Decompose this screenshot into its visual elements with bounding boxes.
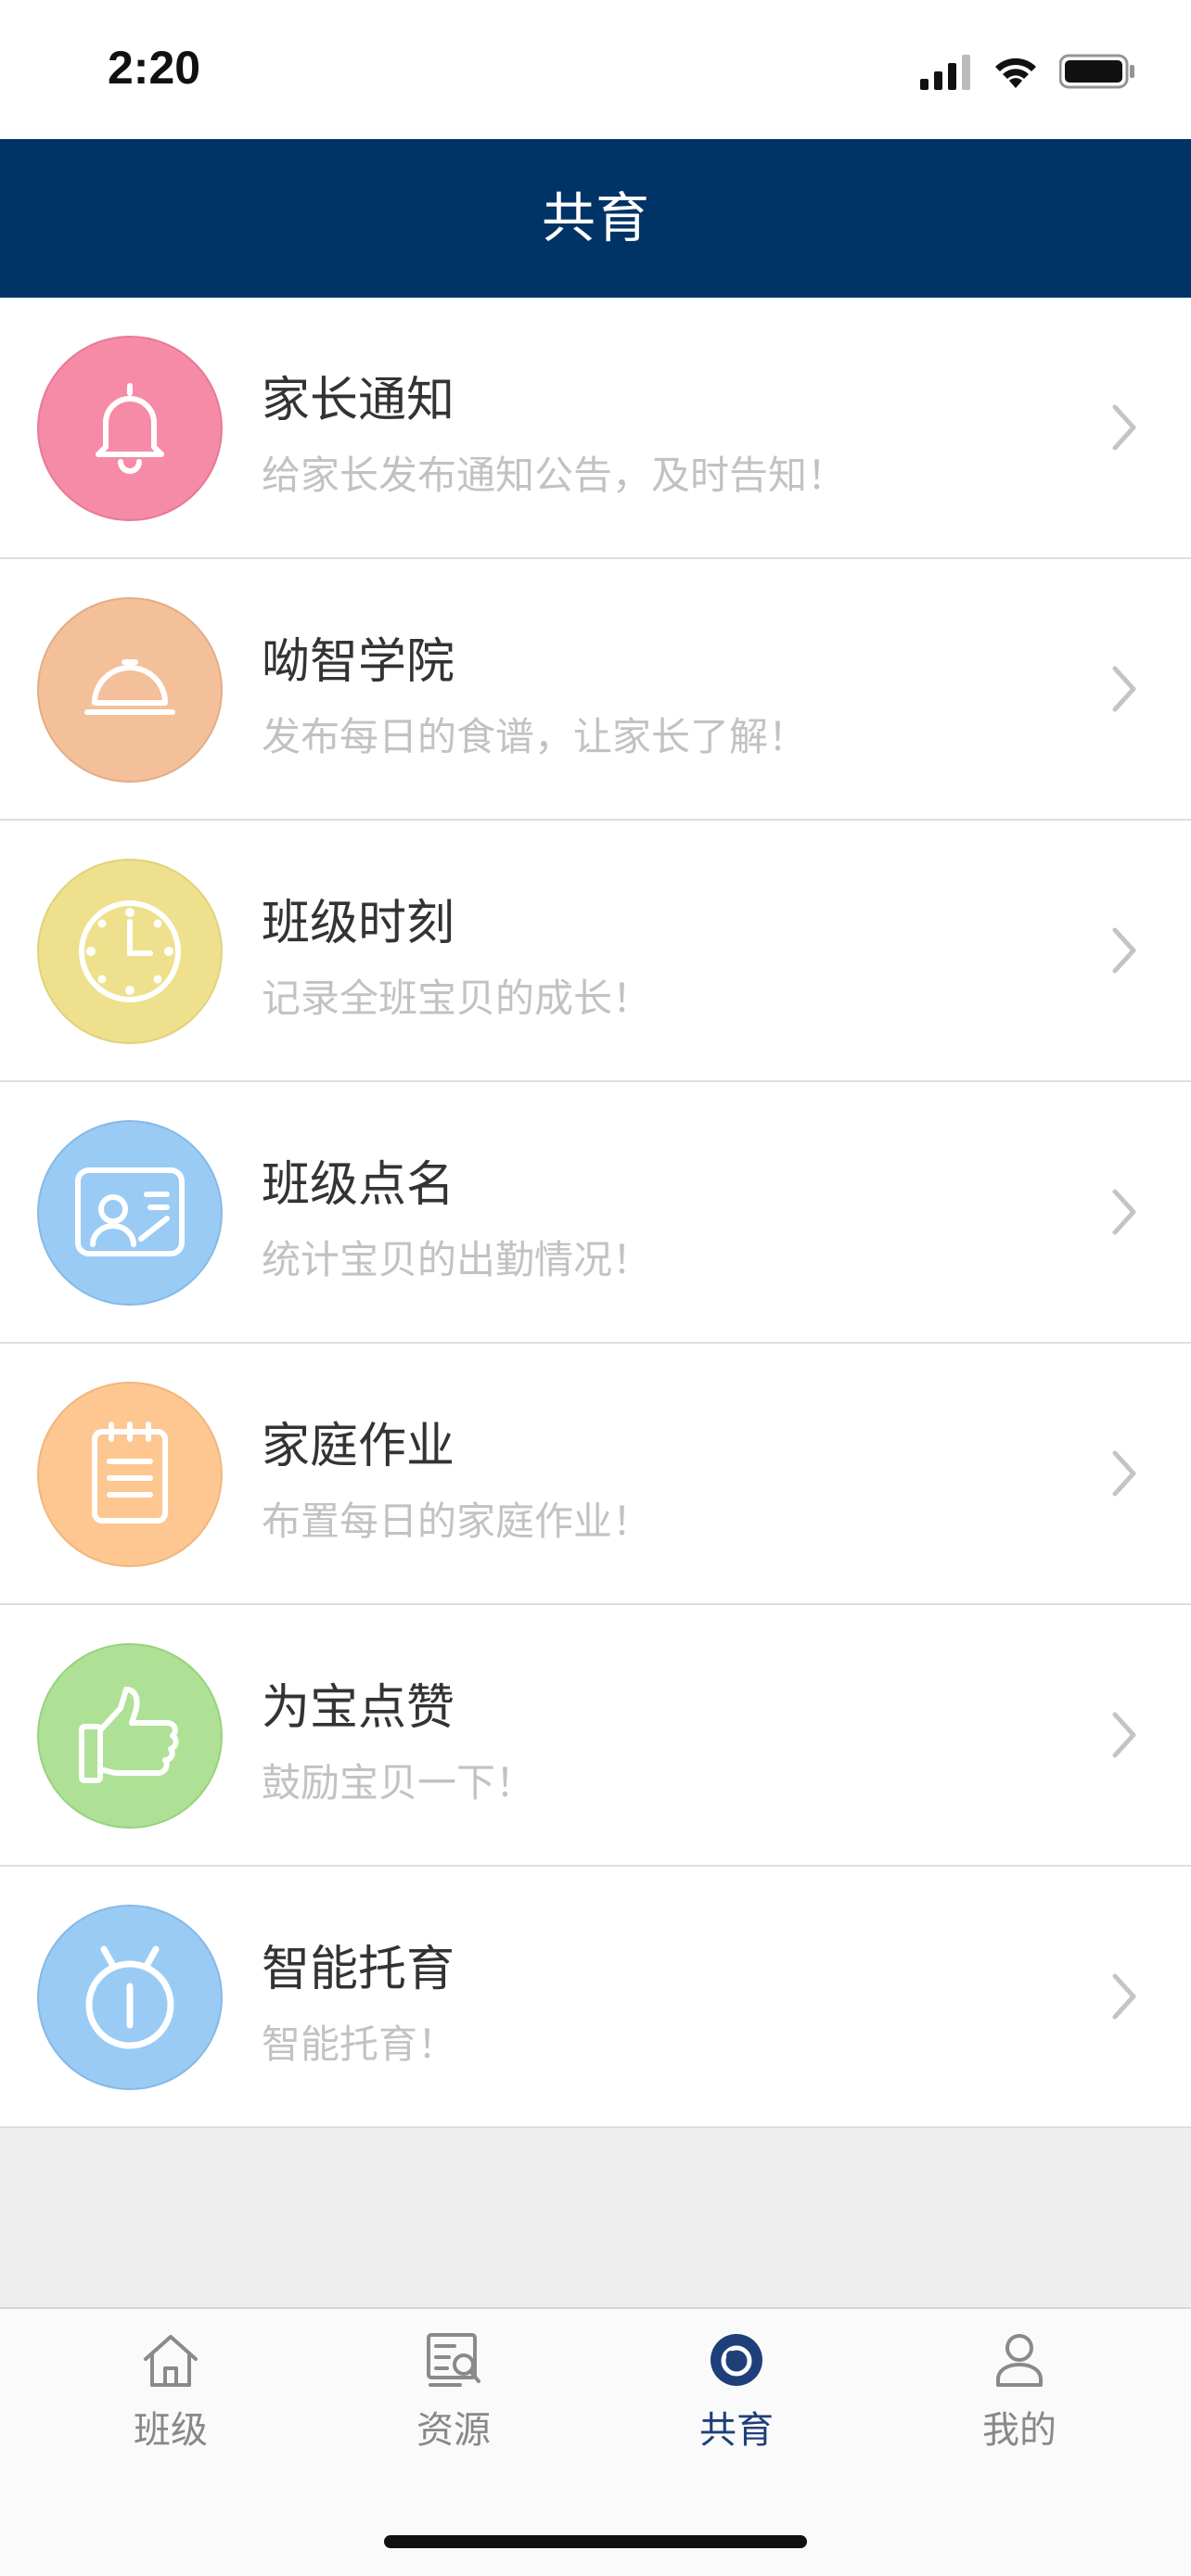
- cellular-signal-icon: [920, 55, 970, 90]
- feature-title: 智能托育: [262, 1942, 455, 1997]
- notepad-icon: [37, 1382, 223, 1567]
- list-item-class-moments[interactable]: 班级时刻 记录全班宝贝的成长！: [0, 821, 1191, 1082]
- chevron-right-icon: [1112, 666, 1136, 712]
- list-item-parent-notice[interactable]: 家长通知 给家长发布通知公告，及时告知！: [0, 298, 1191, 559]
- feature-title: 为宝点赞: [262, 1680, 455, 1736]
- smart-device-icon: [37, 1905, 223, 2090]
- chevron-right-icon: [1112, 927, 1136, 974]
- tab-class[interactable]: 班级: [78, 2329, 263, 2459]
- list-item-roll-call[interactable]: 班级点名 统计宝贝的出勤情况！: [0, 1082, 1191, 1344]
- profile-icon: [996, 2334, 1043, 2387]
- coeducation-icon: [711, 2334, 762, 2386]
- battery-icon: [1059, 54, 1134, 89]
- list-item-homework[interactable]: 家庭作业 布置每日的家庭作业！: [0, 1344, 1191, 1605]
- feature-title: 班级时刻: [262, 896, 455, 951]
- tab-mine[interactable]: 我的: [927, 2329, 1112, 2459]
- status-icons: [920, 48, 1135, 95]
- feature-title: 班级点名: [262, 1157, 455, 1213]
- nav-bar: 共育: [0, 139, 1191, 298]
- list-item-smart-care[interactable]: 智能托育 智能托育！: [0, 1867, 1191, 2128]
- id-card-icon: [37, 1120, 223, 1306]
- tab-coeducation[interactable]: 共育: [644, 2329, 829, 2459]
- bell-icon: [37, 336, 223, 521]
- chevron-right-icon: [1112, 1450, 1136, 1497]
- tab-resources[interactable]: 资源: [361, 2329, 546, 2459]
- feature-subtitle: 记录全班宝贝的成长！: [262, 976, 652, 1021]
- tab-label: 资源: [416, 2409, 491, 2452]
- chevron-right-icon: [1112, 1189, 1136, 1235]
- feature-subtitle: 布置每日的家庭作业！: [262, 1498, 652, 1544]
- resources-icon: [427, 2333, 480, 2387]
- page-title: 共育: [541, 186, 649, 249]
- list-item-academy[interactable]: 呦智学院 发布每日的食谱，让家长了解！: [0, 559, 1191, 821]
- tab-label: 共育: [699, 2409, 774, 2452]
- feature-subtitle: 鼓励宝贝一下！: [262, 1760, 535, 1805]
- tab-label: 班级: [134, 2409, 208, 2452]
- chevron-right-icon: [1112, 404, 1136, 451]
- thumbs-up-icon: [37, 1643, 223, 1829]
- home-icon: [144, 2335, 198, 2387]
- feature-list: 家长通知 给家长发布通知公告，及时告知！ 呦智学院 发布每日的食谱，让家长了解！: [0, 298, 1191, 2415]
- feature-subtitle: 给家长发布通知公告，及时告知！: [262, 453, 847, 498]
- chevron-right-icon: [1112, 1973, 1136, 2020]
- cloche-icon: [37, 597, 223, 783]
- feature-title: 呦智学院: [262, 634, 455, 690]
- feature-title: 家庭作业: [262, 1419, 455, 1474]
- tab-label: 我的: [982, 2409, 1057, 2452]
- clock-icon: [37, 859, 223, 1044]
- wifi-icon: [995, 57, 1036, 88]
- feature-title: 家长通知: [262, 373, 455, 428]
- status-time: 2:20: [108, 42, 201, 94]
- status-bar: 2:20: [0, 0, 1191, 139]
- feature-subtitle: 智能托育！: [262, 2021, 457, 2067]
- chevron-right-icon: [1112, 1712, 1136, 1758]
- feature-subtitle: 统计宝贝的出勤情况！: [262, 1237, 652, 1282]
- list-item-praise[interactable]: 为宝点赞 鼓励宝贝一下！: [0, 1605, 1191, 1867]
- feature-subtitle: 发布每日的食谱，让家长了解！: [262, 714, 808, 759]
- home-indicator: [384, 2535, 807, 2548]
